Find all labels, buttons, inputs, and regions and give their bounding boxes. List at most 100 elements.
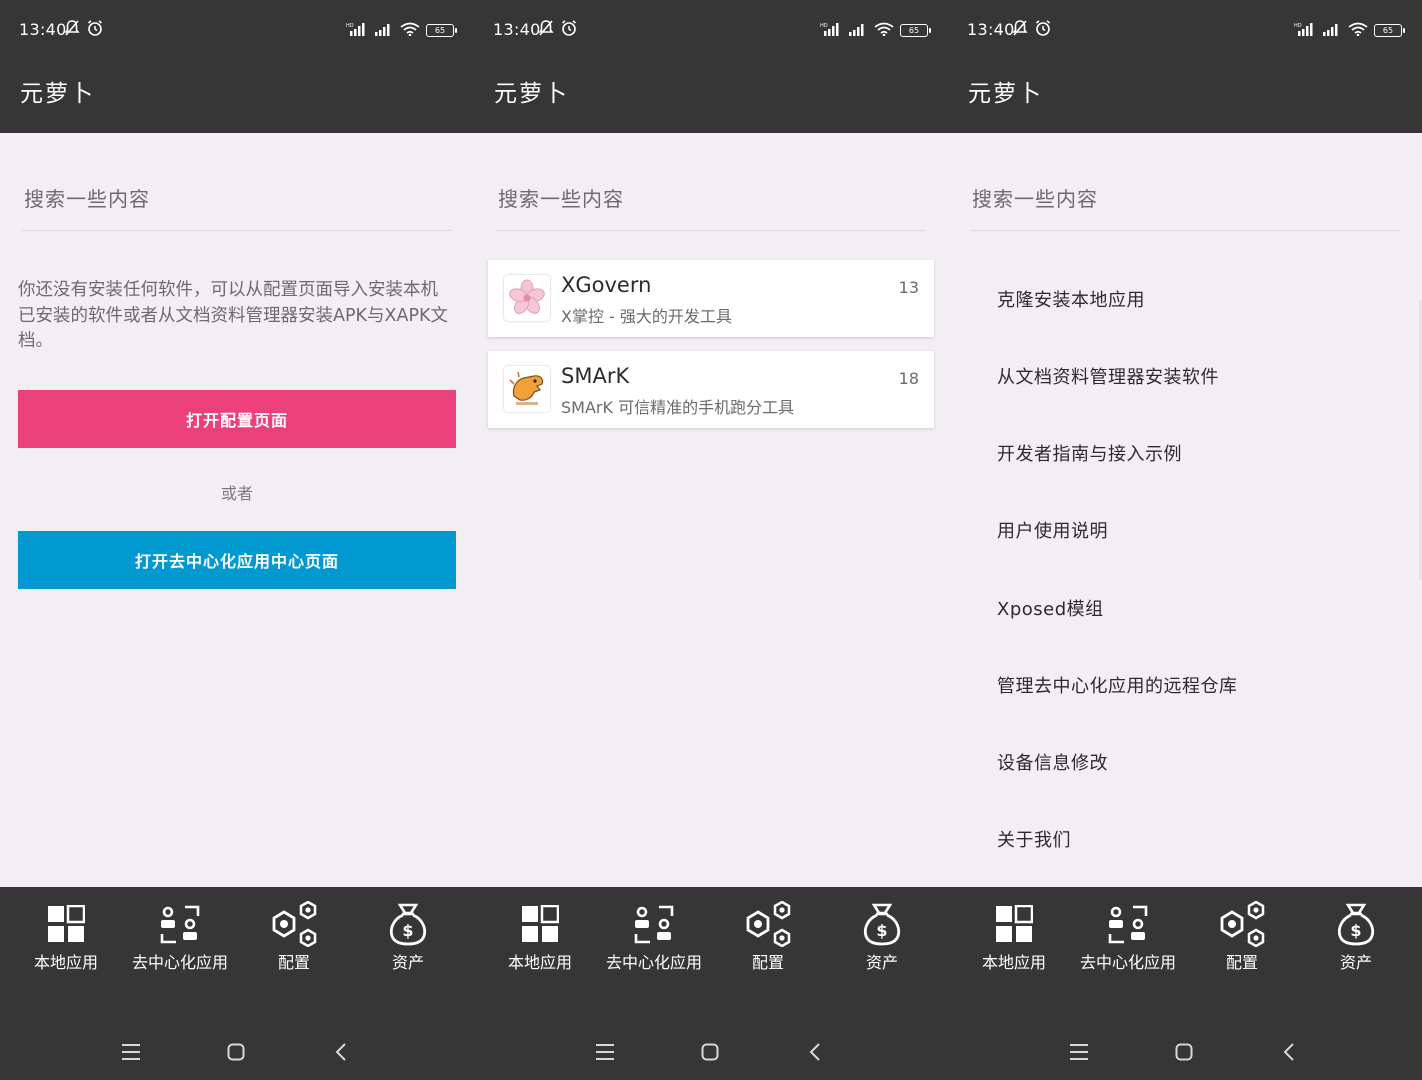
mute-icon <box>1012 19 1028 37</box>
empty-state-message: 你还没有安装任何软件，可以从配置页面导入安装本机已安装的软件或者从文档资料管理器… <box>18 280 448 351</box>
signal-icon <box>1322 21 1342 40</box>
alarm-icon <box>86 19 104 37</box>
app-name: SMArK <box>561 364 630 388</box>
grid-icon <box>483 902 597 946</box>
nav-decentralized-apps[interactable]: 去中心化应用 <box>597 902 711 973</box>
back-icon[interactable] <box>327 1038 355 1066</box>
open-decentralized-center-button[interactable]: 打开去中心化应用中心页面 <box>18 531 456 589</box>
app-count: 13 <box>898 278 919 297</box>
app-bar: 元萝卜 <box>474 60 948 133</box>
screen-config: 13:40 HD 65 元萝卜 搜索一些内容 克隆安装本地应用 从文档资料管理器… <box>948 0 1422 1080</box>
search-input[interactable]: 搜索一些内容 <box>496 171 926 231</box>
money-bag-icon: $ <box>825 902 939 946</box>
hexagon-nodes-icon <box>711 901 825 947</box>
search-input[interactable]: 搜索一些内容 <box>22 171 452 231</box>
nav-assets[interactable]: $ 资产 <box>825 902 939 973</box>
home-icon[interactable] <box>1170 1038 1198 1066</box>
app-description: SMArK 可信精准的手机跑分工具 <box>561 398 795 417</box>
app-title: 元萝卜 <box>20 81 95 107</box>
hexagon-nodes-icon <box>237 901 351 947</box>
back-icon[interactable] <box>1275 1038 1303 1066</box>
status-time: 13:40 <box>19 20 67 39</box>
grid-icon <box>957 902 1071 946</box>
status-time: 13:40 <box>967 20 1015 39</box>
app-title: 元萝卜 <box>968 81 1043 107</box>
app-title: 元萝卜 <box>494 81 569 107</box>
nav-config[interactable]: 配置 <box>237 901 351 973</box>
system-navigation-bar <box>474 1001 948 1080</box>
svg-text:$: $ <box>876 921 887 940</box>
status-bar: 13:40 HD 65 <box>0 0 474 60</box>
app-card-smark[interactable]: SMArK SMArK 可信精准的手机跑分工具 18 <box>488 351 934 428</box>
orange-dinosaur-icon <box>504 366 550 412</box>
search-placeholder: 搜索一些内容 <box>498 187 624 211</box>
svg-text:$: $ <box>1350 921 1361 940</box>
screen-local-apps-list: 13:40 HD 65 元萝卜 搜索一些内容 XGovern X掌控 - 强大的… <box>474 0 948 1080</box>
signal-hd-icon: HD <box>820 21 842 40</box>
signal-icon <box>848 21 868 40</box>
nav-config[interactable]: 配置 <box>1185 901 1299 973</box>
bottom-navigation: 本地应用 去中心化应用 配置 $ 资产 <box>474 887 948 1001</box>
app-bar: 元萝卜 <box>0 60 474 133</box>
app-card-xgovern[interactable]: XGovern X掌控 - 强大的开发工具 13 <box>488 260 934 337</box>
svg-text:HD: HD <box>820 23 828 29</box>
mute-icon <box>538 19 554 37</box>
system-navigation-bar <box>948 1001 1422 1080</box>
wifi-icon <box>400 21 420 40</box>
money-bag-icon: $ <box>1299 902 1413 946</box>
menu-icon[interactable] <box>591 1038 619 1066</box>
open-config-button[interactable]: 打开配置页面 <box>18 390 456 448</box>
mute-icon <box>64 19 80 37</box>
menu-developer-guide[interactable]: 开发者指南与接入示例 <box>997 440 1182 466</box>
nav-local-apps[interactable]: 本地应用 <box>483 902 597 973</box>
signal-hd-icon: HD <box>1294 21 1316 40</box>
sakura-flower-icon <box>504 275 550 321</box>
search-placeholder: 搜索一些内容 <box>24 187 150 211</box>
nav-decentralized-apps[interactable]: 去中心化应用 <box>123 902 237 973</box>
status-bar: 13:40 HD 65 <box>474 0 948 60</box>
nav-assets[interactable]: $ 资产 <box>351 902 465 973</box>
menu-icon[interactable] <box>117 1038 145 1066</box>
users-blocks-icon <box>1071 902 1185 946</box>
alarm-icon <box>560 19 578 37</box>
nav-assets[interactable]: $ 资产 <box>1299 902 1413 973</box>
home-icon[interactable] <box>696 1038 724 1066</box>
nav-decentralized-apps[interactable]: 去中心化应用 <box>1071 902 1185 973</box>
menu-device-info-edit[interactable]: 设备信息修改 <box>997 749 1108 775</box>
search-input[interactable]: 搜索一些内容 <box>970 171 1400 231</box>
app-name: XGovern <box>561 273 652 297</box>
nav-local-apps[interactable]: 本地应用 <box>9 902 123 973</box>
home-icon[interactable] <box>222 1038 250 1066</box>
users-blocks-icon <box>597 902 711 946</box>
menu-icon[interactable] <box>1065 1038 1093 1066</box>
menu-about-us[interactable]: 关于我们 <box>997 826 1071 852</box>
svg-text:HD: HD <box>346 23 354 29</box>
menu-clone-install-local-apps[interactable]: 克隆安装本地应用 <box>997 286 1145 312</box>
signal-hd-icon: HD <box>346 21 368 40</box>
status-time: 13:40 <box>493 20 541 39</box>
status-bar: 13:40 HD 65 <box>948 0 1422 60</box>
svg-text:HD: HD <box>1294 23 1302 29</box>
grid-icon <box>9 902 123 946</box>
menu-xposed-module[interactable]: Xposed模组 <box>997 595 1104 621</box>
back-icon[interactable] <box>801 1038 829 1066</box>
nav-local-apps[interactable]: 本地应用 <box>957 902 1071 973</box>
menu-manage-remote-repos[interactable]: 管理去中心化应用的远程仓库 <box>997 672 1238 698</box>
users-blocks-icon <box>123 902 237 946</box>
bottom-navigation: 本地应用 去中心化应用 配置 $ 资产 <box>948 887 1422 1001</box>
alarm-icon <box>1034 19 1052 37</box>
screen-local-apps-empty: 13:40 HD 65 元萝卜 搜索一些内容 你还没有安装任何软件，可以从配置页… <box>0 0 474 1080</box>
menu-install-from-file-manager[interactable]: 从文档资料管理器安装软件 <box>997 363 1219 389</box>
money-bag-icon: $ <box>351 902 465 946</box>
bottom-navigation: 本地应用 去中心化应用 配置 $ 资产 <box>0 887 474 1001</box>
wifi-icon <box>1348 21 1368 40</box>
app-bar: 元萝卜 <box>948 60 1422 133</box>
nav-config[interactable]: 配置 <box>711 901 825 973</box>
app-description: X掌控 - 强大的开发工具 <box>561 307 732 326</box>
or-divider-text: 或者 <box>220 484 253 503</box>
menu-user-guide[interactable]: 用户使用说明 <box>997 517 1108 543</box>
wifi-icon <box>874 21 894 40</box>
app-count: 18 <box>898 369 919 388</box>
battery-icon: 65 <box>900 24 931 37</box>
search-placeholder: 搜索一些内容 <box>972 187 1098 211</box>
